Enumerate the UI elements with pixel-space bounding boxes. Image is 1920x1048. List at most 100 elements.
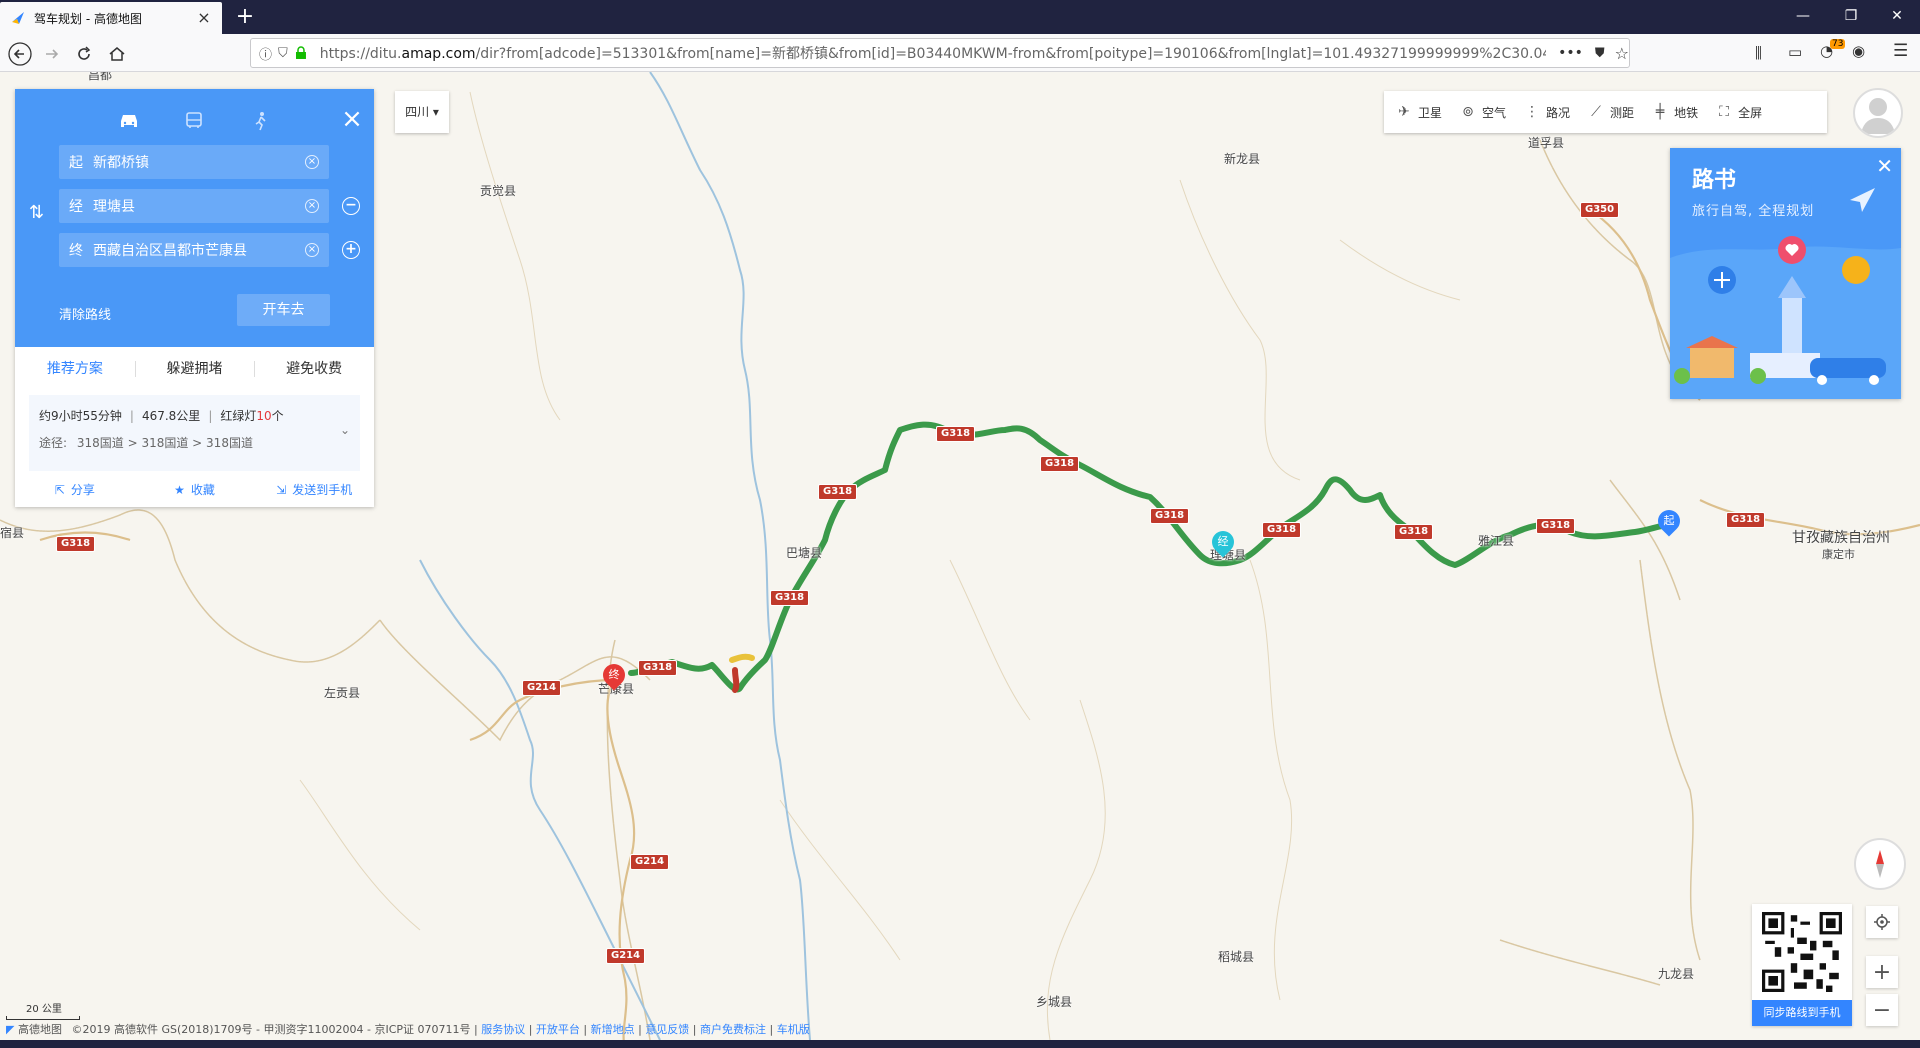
favorite-button[interactable]: ★ 收藏 bbox=[135, 475, 255, 505]
share-button[interactable]: ⇱ 分享 bbox=[15, 475, 135, 505]
locate-icon bbox=[1874, 914, 1890, 930]
swap-icon[interactable]: ⇅ bbox=[29, 202, 44, 223]
road-shield: G350 bbox=[1580, 202, 1620, 218]
road-shield: G318 bbox=[1394, 524, 1434, 540]
account-icon[interactable]: ◉ bbox=[1852, 42, 1865, 60]
page-actions-icon[interactable]: ••• bbox=[1558, 45, 1583, 61]
taskbar-strip bbox=[0, 1040, 1920, 1048]
tool-traffic[interactable]: ⋮ 路况 bbox=[1524, 104, 1570, 121]
tool-air[interactable]: ⊚ 空气 bbox=[1460, 104, 1506, 121]
roadbook-illustration bbox=[1670, 188, 1901, 399]
place-label: 道孚县 bbox=[1528, 136, 1565, 150]
roadbook-card[interactable]: 路书 旅行自驾, 全程规划 ✕ bbox=[1670, 148, 1901, 399]
footer-link[interactable]: 意见反馈 bbox=[645, 1023, 689, 1036]
tab-avoid-congestion[interactable]: 躲避拥堵 bbox=[134, 347, 255, 391]
start-driving-button[interactable]: 开车去 bbox=[237, 294, 330, 326]
forward-button[interactable] bbox=[38, 40, 66, 68]
drive-mode-icon[interactable] bbox=[115, 107, 143, 135]
window-close-icon[interactable]: ✕ bbox=[1874, 0, 1920, 34]
qr-sync-box[interactable]: 同步路线到手机 bbox=[1752, 904, 1852, 1026]
end-marker[interactable]: 终 bbox=[598, 659, 630, 691]
clear-start-icon[interactable]: × bbox=[305, 155, 319, 169]
via-label: 途径: bbox=[39, 436, 68, 450]
clear-route-link[interactable]: 清除路线 bbox=[59, 304, 111, 323]
forward-arrow-icon bbox=[46, 49, 59, 59]
panel-close-icon[interactable]: × bbox=[338, 105, 366, 133]
avatar[interactable] bbox=[1853, 88, 1903, 138]
url-text[interactable]: https://ditu.amap.com/dir?from[adcode]=5… bbox=[320, 43, 1546, 63]
back-button[interactable] bbox=[6, 40, 34, 68]
pocket-icon[interactable]: ⛊ bbox=[1595, 46, 1605, 61]
end-field[interactable]: 终 西藏自治区昌都市芒康县 × bbox=[59, 233, 329, 267]
road-shield: G318 bbox=[1726, 512, 1766, 528]
footer-link[interactable]: 新增地点 bbox=[591, 1023, 635, 1036]
fullscreen-icon: ⛶ bbox=[1719, 104, 1729, 120]
send-icon: ⇲ bbox=[276, 483, 287, 497]
tool-satellite[interactable]: ✈ 卫星 bbox=[1396, 104, 1442, 121]
road-shield: G318 bbox=[638, 660, 678, 676]
footer-link[interactable]: 开放平台 bbox=[536, 1023, 580, 1036]
place-label: 贡觉县 bbox=[480, 184, 517, 198]
map-toolbar: ✈ 卫星 ⊚ 空气 ⋮ 路况 ⟋ 测距 ╪ 地铁 ⛶ 全屏 bbox=[1384, 91, 1827, 133]
via-marker[interactable]: 经 bbox=[1207, 526, 1239, 558]
restore-icon[interactable]: ❐ bbox=[1828, 0, 1874, 34]
library-icon[interactable]: ⫼ bbox=[1755, 44, 1762, 62]
start-field[interactable]: 起 新都桥镇 × bbox=[59, 145, 329, 179]
place-label: 左贡县 bbox=[324, 686, 361, 700]
locate-button[interactable] bbox=[1866, 906, 1898, 938]
clear-end-icon[interactable]: × bbox=[305, 243, 319, 257]
browser-tab[interactable]: 驾车规划 - 高德地图 × bbox=[0, 2, 222, 34]
shield-icon[interactable]: ⛉ bbox=[278, 46, 288, 61]
route-panel-header: × ⇅ 起 新都桥镇 × 经 理塘县 × − 终 西藏自治区昌都市芒康县 × +… bbox=[15, 89, 374, 347]
tab-avoid-tolls[interactable]: 避免收费 bbox=[254, 347, 374, 391]
start-marker[interactable]: 起 bbox=[1653, 505, 1685, 537]
tool-fullscreen[interactable]: ⛶ 全屏 bbox=[1716, 104, 1762, 121]
bus-mode-icon[interactable] bbox=[180, 107, 208, 135]
tool-measure[interactable]: ⟋ 测距 bbox=[1588, 104, 1634, 121]
send-to-phone-button[interactable]: ⇲ 发送到手机 bbox=[254, 475, 374, 505]
menu-icon[interactable]: ☰ bbox=[1893, 41, 1908, 61]
place-label: 新龙县 bbox=[1224, 152, 1261, 166]
bookmark-star-icon[interactable]: ☆ bbox=[1615, 44, 1629, 63]
walk-mode-icon[interactable] bbox=[247, 107, 275, 135]
minimize-icon[interactable]: — bbox=[1780, 0, 1826, 34]
route-distance: 467.8公里 bbox=[141, 409, 201, 423]
via-field[interactable]: 经 理塘县 × bbox=[59, 189, 329, 223]
tab-recommended[interactable]: 推荐方案 bbox=[15, 347, 135, 391]
remove-waypoint-icon[interactable]: − bbox=[342, 197, 360, 215]
add-waypoint-icon[interactable]: + bbox=[342, 241, 360, 259]
new-tab-icon[interactable]: + bbox=[232, 4, 258, 30]
subway-icon: ╪ bbox=[1655, 104, 1665, 120]
traffic-lights-count: 10 bbox=[256, 409, 272, 423]
compass-control[interactable] bbox=[1854, 838, 1906, 890]
road-shield: G318 bbox=[1150, 508, 1190, 524]
scale-bar: 20 公里 bbox=[6, 1000, 80, 1020]
place-label: 宿县 bbox=[0, 526, 25, 540]
info-icon[interactable]: ⓘ bbox=[259, 44, 272, 63]
footer-link[interactable]: 商户免费标注 bbox=[700, 1023, 766, 1036]
home-button[interactable] bbox=[103, 40, 131, 68]
footer-link[interactable]: 服务协议 bbox=[481, 1023, 525, 1036]
tab-close-icon[interactable]: × bbox=[196, 10, 212, 26]
air-quality-icon: ⊚ bbox=[1462, 104, 1474, 120]
share-icon: ⇱ bbox=[54, 483, 65, 497]
province-select[interactable]: 四川 ▾ bbox=[395, 91, 449, 133]
road-shield: G318 bbox=[56, 536, 96, 552]
zoom-in-button[interactable]: + bbox=[1866, 956, 1898, 988]
browser-navbar: ⓘ ⛉ https://ditu.amap.com/dir?from[adcod… bbox=[0, 34, 1920, 72]
sidebar-icon[interactable]: ▭ bbox=[1788, 43, 1802, 61]
compass-icon bbox=[1876, 850, 1884, 878]
clear-via-icon[interactable]: × bbox=[305, 199, 319, 213]
plus-icon: + bbox=[1872, 959, 1892, 985]
road-shield: G318 bbox=[1040, 456, 1080, 472]
map-footer: ◤ 高德地图 ©2019 高德软件 GS(2018)1709号 - 甲测资字11… bbox=[6, 1023, 810, 1036]
url-bar[interactable]: ⓘ ⛉ https://ditu.amap.com/dir?from[adcod… bbox=[250, 38, 1630, 68]
chevron-down-icon[interactable]: ⌄ bbox=[340, 423, 350, 437]
footer-link[interactable]: 车机版 bbox=[777, 1023, 810, 1036]
tab-title: 驾车规划 - 高德地图 bbox=[34, 11, 142, 26]
tool-subway[interactable]: ╪ 地铁 bbox=[1652, 104, 1698, 121]
reload-button[interactable] bbox=[70, 40, 98, 68]
back-arrow-icon bbox=[8, 42, 32, 66]
via-roads: 318国道 > 318国道 > 318国道 bbox=[76, 436, 253, 450]
route-summary[interactable]: 约9小时55分钟 | 467.8公里 | 红绿灯10个 途径: 318国道 > 318国… bbox=[29, 395, 360, 471]
